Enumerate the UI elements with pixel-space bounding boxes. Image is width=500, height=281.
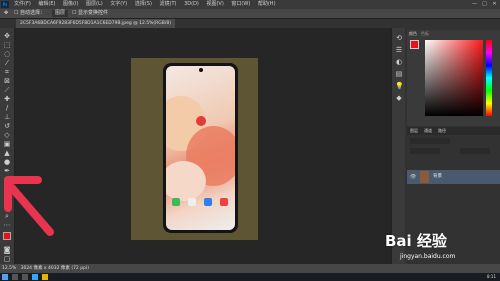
photoshop-taskbar-icon[interactable] bbox=[32, 274, 38, 280]
tab-channels[interactable]: 通道 bbox=[424, 127, 432, 135]
explorer-taskbar-icon[interactable] bbox=[42, 274, 48, 280]
title-bar: Ps 文件(F) 编辑(E) 图像(I) 图层(L) 文字(Y) 选择(S) 滤… bbox=[0, 0, 500, 9]
layer-name[interactable]: 背景 bbox=[433, 170, 442, 184]
layer-select-dropdown[interactable]: 图层 bbox=[52, 10, 69, 17]
quick-mask-icon[interactable]: ◙ bbox=[3, 246, 11, 254]
move-tool-icon[interactable]: ✥ bbox=[3, 32, 11, 40]
status-bar: 12.5% 3024 像素 x 4032 像素 (72 ppi) bbox=[0, 264, 500, 273]
menu-layer[interactable]: 图层(L) bbox=[86, 1, 103, 7]
brush-tool-icon[interactable]: ∕ bbox=[3, 104, 11, 112]
move-tool-icon[interactable]: ✥ bbox=[4, 9, 8, 18]
menu-3d[interactable]: 3D(D) bbox=[184, 1, 199, 7]
auto-select-checkbox[interactable]: ☐ bbox=[14, 9, 18, 18]
options-bar: ✥ ☐ 自动选择： 图层 ☐ 显示变换控件 bbox=[0, 9, 500, 19]
shapes-icon[interactable]: ◆ bbox=[395, 94, 403, 102]
opacity-field[interactable] bbox=[460, 148, 490, 154]
layers-panel-tabs bbox=[407, 127, 500, 135]
layer-thumbnail bbox=[420, 171, 429, 183]
libraries-icon[interactable]: ▤ bbox=[395, 70, 403, 78]
swatches-tab[interactable]: 色板 bbox=[421, 31, 429, 37]
collapsed-panels-bar: ⟲ ☰ ◐ ▤ 💡 ◆ bbox=[391, 28, 406, 264]
auto-select-label: 自动选择： bbox=[20, 10, 46, 16]
phone-screen-image bbox=[166, 66, 235, 230]
browser-app-icon bbox=[204, 198, 212, 206]
eyedropper-icon[interactable]: ⟋ bbox=[3, 86, 11, 94]
menu-edit[interactable]: 编辑(E) bbox=[38, 1, 55, 7]
marquee-tool-icon[interactable]: ⬚ bbox=[3, 41, 11, 49]
maximize-button[interactable]: □ bbox=[480, 1, 489, 8]
menu-window[interactable]: 窗口(W) bbox=[231, 1, 250, 7]
camera-app-icon bbox=[220, 198, 228, 206]
crop-tool-icon[interactable]: ⌗ bbox=[3, 68, 11, 76]
menu-bar: 文件(F) 编辑(E) 图像(I) 图层(L) 文字(Y) 选择(S) 滤镜(T… bbox=[14, 0, 282, 9]
tab-paths[interactable]: 路径 bbox=[438, 127, 446, 135]
red-arrow-annotation bbox=[4, 176, 54, 236]
menu-help[interactable]: 帮助(H) bbox=[258, 1, 276, 7]
learn-icon[interactable]: 💡 bbox=[395, 82, 404, 90]
transform-checkbox[interactable]: ☐ bbox=[72, 9, 76, 18]
healing-brush-icon[interactable]: ✚ bbox=[3, 95, 11, 103]
tab-layers[interactable]: 图层 bbox=[410, 127, 418, 135]
color-field[interactable] bbox=[425, 40, 483, 116]
menu-view[interactable]: 视图(V) bbox=[206, 1, 223, 7]
history-icon[interactable]: ⟲ bbox=[395, 34, 403, 42]
gradient-tool-icon[interactable]: ▣ bbox=[3, 140, 11, 148]
photoshop-logo: Ps bbox=[1, 1, 9, 8]
frame-tool-icon[interactable]: ⊠ bbox=[3, 77, 11, 85]
document-tab[interactable]: 2C5F3A6BDCA6F9283F6D5F8D1A1C6ED79B.jpeg … bbox=[16, 19, 175, 28]
menu-filter[interactable]: 滤镜(T) bbox=[160, 1, 177, 7]
windows-taskbar bbox=[0, 273, 500, 281]
hue-slider[interactable] bbox=[486, 40, 492, 116]
zoom-level: 12.5% 3024 像素 x 4032 像素 (72 ppi) bbox=[2, 266, 89, 271]
clock: 8:11 bbox=[487, 274, 496, 279]
menu-image[interactable]: 图像(I) bbox=[63, 1, 78, 7]
close-button[interactable]: ✕ bbox=[490, 1, 499, 8]
watermark-logo: Bai 经验 bbox=[385, 232, 447, 250]
document-tabs: 2C5F3A6BDCA6F9283F6D5F8D1A1C6ED79B.jpeg … bbox=[0, 19, 500, 28]
properties-icon[interactable]: ☰ bbox=[395, 46, 403, 54]
windows-start-icon[interactable] bbox=[2, 274, 8, 280]
phone-camera bbox=[199, 68, 203, 72]
history-brush-icon[interactable]: ↺ bbox=[3, 122, 11, 130]
search-icon[interactable] bbox=[12, 274, 18, 280]
foreground-color-chip[interactable] bbox=[410, 40, 419, 49]
screen-mode-icon[interactable]: ▢ bbox=[3, 255, 11, 263]
layer-filter-field[interactable] bbox=[410, 138, 450, 144]
menu-file[interactable]: 文件(F) bbox=[14, 1, 31, 7]
magic-wand-icon[interactable]: ⁄ bbox=[3, 59, 11, 67]
eye-icon[interactable]: 👁 bbox=[410, 170, 416, 184]
minimize-button[interactable]: — bbox=[470, 1, 479, 8]
clone-stamp-icon[interactable]: ⊥ bbox=[3, 113, 11, 121]
transform-label: 显示变换控件 bbox=[78, 10, 109, 16]
lasso-tool-icon[interactable]: ◌ bbox=[3, 50, 11, 58]
color-tab[interactable]: 颜色 bbox=[409, 31, 417, 37]
dodge-tool-icon[interactable]: ● bbox=[3, 158, 11, 166]
adjustments-icon[interactable]: ◐ bbox=[395, 58, 403, 66]
watermark-url: jingyan.baidu.com bbox=[400, 253, 456, 260]
menu-select[interactable]: 选择(S) bbox=[135, 1, 152, 7]
eraser-icon[interactable]: ◇ bbox=[3, 131, 11, 139]
menu-type[interactable]: 文字(Y) bbox=[110, 1, 127, 7]
blend-mode-dropdown[interactable] bbox=[410, 148, 440, 154]
messages-app-icon bbox=[188, 198, 196, 206]
phone-app-icon bbox=[172, 198, 180, 206]
task-view-icon[interactable] bbox=[22, 274, 28, 280]
blur-tool-icon[interactable]: ▲ bbox=[3, 149, 11, 157]
